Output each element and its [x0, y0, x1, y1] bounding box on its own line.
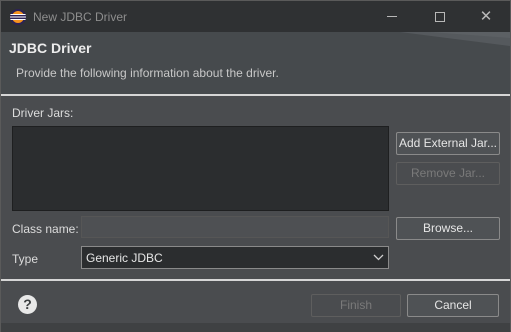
dialog-window: New JDBC Driver ✕ JDBC Driver Provide th…	[0, 0, 511, 332]
footer-separator	[1, 279, 510, 281]
title-bar[interactable]: New JDBC Driver ✕	[1, 1, 510, 32]
minimize-icon	[387, 16, 397, 17]
window-title: New JDBC Driver	[33, 10, 128, 24]
class-name-label: Class name:	[12, 222, 79, 236]
banner-decoration	[400, 32, 510, 46]
maximize-icon	[435, 11, 445, 22]
help-icon[interactable]: ?	[18, 295, 37, 314]
close-icon: ✕	[479, 8, 493, 25]
wizard-header: JDBC Driver Provide the following inform…	[1, 32, 510, 94]
driver-jars-label: Driver Jars:	[12, 106, 74, 120]
add-external-jar-button[interactable]: Add External Jar...	[396, 132, 500, 155]
driver-jars-list[interactable]	[12, 126, 389, 211]
type-select-value: Generic JDBC	[86, 251, 163, 265]
bottom-edge	[1, 323, 510, 332]
finish-button[interactable]: Finish	[311, 294, 401, 317]
close-button[interactable]: ✕	[463, 1, 509, 32]
maximize-button[interactable]	[417, 1, 463, 32]
header-separator	[1, 94, 510, 96]
type-label: Type	[12, 252, 39, 266]
page-description: Provide the following information about …	[16, 66, 279, 80]
eclipse-icon	[10, 9, 26, 25]
chevron-down-icon[interactable]	[369, 248, 387, 267]
browse-button[interactable]: Browse...	[396, 217, 500, 240]
class-name-field[interactable]	[81, 216, 389, 238]
page-title: JDBC Driver	[9, 40, 92, 56]
remove-jar-button[interactable]: Remove Jar...	[396, 162, 500, 185]
type-select[interactable]: Generic JDBC	[81, 246, 389, 269]
cancel-button[interactable]: Cancel	[407, 294, 499, 317]
minimize-button[interactable]	[369, 1, 415, 32]
